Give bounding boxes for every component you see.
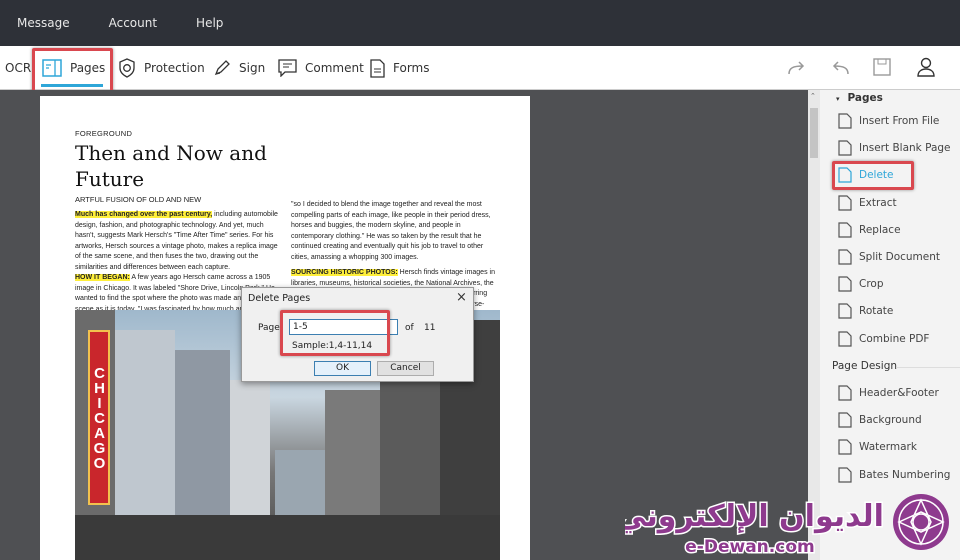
panel-item-rotate[interactable]: Rotate [838, 300, 893, 322]
panel-item-label: Insert Blank Page [859, 142, 951, 155]
chicago-sign: CHICAGO [88, 330, 110, 505]
of-label: of [405, 323, 414, 333]
highlight-box-delete [832, 161, 914, 190]
tab-sign[interactable]: Sign [213, 46, 265, 90]
tab-label: Sign [239, 61, 266, 75]
panel-item-label: Replace [859, 223, 901, 236]
panel-item-header-footer[interactable]: Header&Footer [838, 382, 939, 404]
cancel-button[interactable]: Cancel [377, 361, 434, 376]
svg-text:الديوان الإلكتروني: الديوان الإلكتروني [625, 499, 884, 534]
panel-item-split-document[interactable]: Split Document [838, 246, 940, 268]
dialog-title: Delete Pages [248, 293, 311, 304]
tab-label: Comment [305, 61, 364, 75]
panel-item-label: Insert From File [859, 115, 940, 127]
insert-blank-page-icon [838, 140, 852, 156]
article-title: Then and Now and Future [75, 141, 267, 191]
highlight-box-input [280, 310, 390, 356]
panel-item-bates-numbering[interactable]: Bates Numbering [838, 464, 950, 486]
panel-item-label: Extract [859, 196, 897, 209]
panel-item-combine-pdf[interactable]: Combine PDF [838, 328, 929, 350]
split-icon [838, 249, 852, 265]
section-page-design: Page Design [832, 360, 898, 372]
close-icon[interactable]: × [456, 290, 467, 305]
panel-item-insert-from-file[interactable]: Insert From File [838, 110, 939, 132]
panel-item-label: Split Document [859, 251, 941, 263]
panel-item-extract[interactable]: Extract [838, 192, 897, 214]
panel-item-replace[interactable]: Replace [838, 219, 901, 241]
header-footer-icon [838, 385, 852, 401]
tab-label: OCR [5, 61, 32, 75]
panel-item-label: Rotate [859, 305, 894, 318]
svg-text:e-Dewan.com: e-Dewan.com [685, 537, 814, 557]
tab-protection[interactable]: Protection [118, 46, 205, 90]
comment-icon [278, 59, 297, 77]
e-dewan-watermark-logo: الديوان الإلكتروني e-Dewan.com [625, 494, 949, 559]
menu-account[interactable]: Account [109, 16, 157, 30]
tab-label: Forms [393, 61, 430, 75]
kicker: FOREGROUND [75, 129, 133, 138]
tab-forms[interactable]: Forms [370, 46, 429, 90]
scrollbar-thumb[interactable] [810, 108, 818, 158]
panel-item-label: Combine PDF [859, 332, 930, 345]
menu-help[interactable]: Help [196, 16, 223, 30]
save-icon[interactable] [873, 58, 891, 76]
divider [896, 367, 960, 368]
menu-message[interactable]: Message [17, 16, 70, 30]
crop-icon [838, 276, 852, 292]
collapse-caret-icon: ▾ [836, 95, 840, 103]
scroll-up-icon[interactable]: ⌃ [810, 92, 816, 100]
shield-icon [119, 58, 135, 78]
undo-icon[interactable] [830, 59, 850, 77]
redo-icon[interactable] [787, 59, 807, 77]
total-pages: 11 [424, 323, 436, 333]
watermark-icon [838, 439, 852, 455]
tab-comment[interactable]: Comment [278, 46, 364, 90]
panel-item-background[interactable]: Background [838, 409, 922, 431]
article-subtitle: ARTFUL FUSION OF OLD AND NEW [75, 195, 202, 204]
bates-numbering-icon [838, 466, 852, 483]
menu-bar: Message Account Help [0, 0, 960, 46]
panel-item-label: Header&Footer [859, 387, 939, 399]
panel-item-insert-blank-page[interactable]: Insert Blank Page [838, 137, 951, 159]
tab-ocr[interactable]: OCR [5, 46, 31, 90]
panel-item-label: Background [859, 414, 922, 427]
replace-icon [838, 222, 852, 238]
pen-icon [214, 60, 230, 76]
rotate-icon [838, 303, 852, 319]
toolbar: OCR Pages Protection Sign Comment Forms [0, 46, 960, 90]
panel-item-crop[interactable]: Crop [838, 273, 884, 295]
form-icon [370, 58, 385, 78]
panel-item-label: Bates Numbering [859, 468, 951, 481]
panel-item-watermark[interactable]: Watermark [838, 436, 917, 458]
user-icon[interactable] [917, 57, 935, 77]
extract-icon [838, 194, 852, 211]
ok-button[interactable]: OK [314, 361, 371, 376]
insert-file-icon [838, 113, 852, 129]
tab-label: Protection [144, 61, 205, 75]
panel-item-label: Watermark [859, 441, 917, 454]
background-icon [838, 412, 852, 428]
panel-item-label: Crop [859, 278, 884, 291]
combine-icon [838, 330, 852, 347]
section-pages-header[interactable]: ▾ Pages [836, 92, 883, 104]
